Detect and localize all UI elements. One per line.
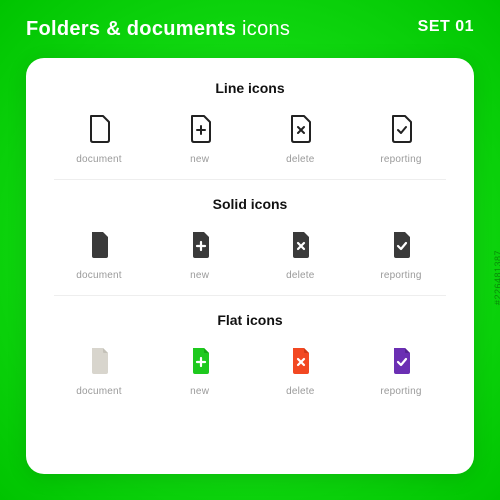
label: document bbox=[76, 386, 122, 397]
cell-flat-reporting: reporting bbox=[362, 344, 440, 397]
reporting-line-icon bbox=[386, 112, 416, 146]
watermark: #226481387 bbox=[493, 250, 500, 305]
label: reporting bbox=[380, 270, 421, 281]
document-flat-icon bbox=[84, 344, 114, 378]
new-solid-icon bbox=[185, 228, 215, 262]
cell-line-document: document bbox=[60, 112, 138, 165]
divider bbox=[54, 295, 446, 296]
cell-line-new: new bbox=[161, 112, 239, 165]
cell-solid-reporting: reporting bbox=[362, 228, 440, 281]
new-line-icon bbox=[185, 112, 215, 146]
reporting-solid-icon bbox=[386, 228, 416, 262]
page-title: Folders & documents icons bbox=[26, 18, 290, 41]
label: document bbox=[76, 154, 122, 165]
set-badge: SET 01 bbox=[418, 18, 474, 36]
section-title-solid: Solid icons bbox=[54, 196, 446, 212]
cell-solid-new: new bbox=[161, 228, 239, 281]
line-icons-row: document new delete reporting bbox=[54, 112, 446, 165]
label: reporting bbox=[380, 154, 421, 165]
label: new bbox=[190, 270, 209, 281]
label: delete bbox=[286, 386, 314, 397]
cell-solid-document: document bbox=[60, 228, 138, 281]
icon-card: Line icons document new delete reporting bbox=[26, 58, 474, 474]
section-title-line: Line icons bbox=[54, 80, 446, 96]
label: new bbox=[190, 386, 209, 397]
label: reporting bbox=[380, 386, 421, 397]
document-solid-icon bbox=[84, 228, 114, 262]
cell-line-delete: delete bbox=[261, 112, 339, 165]
cell-flat-document: document bbox=[60, 344, 138, 397]
label: document bbox=[76, 270, 122, 281]
section-title-flat: Flat icons bbox=[54, 312, 446, 328]
delete-solid-icon bbox=[285, 228, 315, 262]
header: Folders & documents icons SET 01 bbox=[0, 0, 500, 41]
solid-icons-row: document new delete reporting bbox=[54, 228, 446, 281]
title-light: icons bbox=[242, 18, 290, 40]
divider bbox=[54, 179, 446, 180]
delete-line-icon bbox=[285, 112, 315, 146]
label: delete bbox=[286, 154, 314, 165]
cell-line-reporting: reporting bbox=[362, 112, 440, 165]
label: delete bbox=[286, 270, 314, 281]
flat-icons-row: document new delete reporting bbox=[54, 344, 446, 397]
cell-solid-delete: delete bbox=[261, 228, 339, 281]
cell-flat-new: new bbox=[161, 344, 239, 397]
delete-flat-icon bbox=[285, 344, 315, 378]
cell-flat-delete: delete bbox=[261, 344, 339, 397]
label: new bbox=[190, 154, 209, 165]
document-line-icon bbox=[84, 112, 114, 146]
new-flat-icon bbox=[185, 344, 215, 378]
title-strong: Folders & documents bbox=[26, 18, 236, 40]
reporting-flat-icon bbox=[386, 344, 416, 378]
